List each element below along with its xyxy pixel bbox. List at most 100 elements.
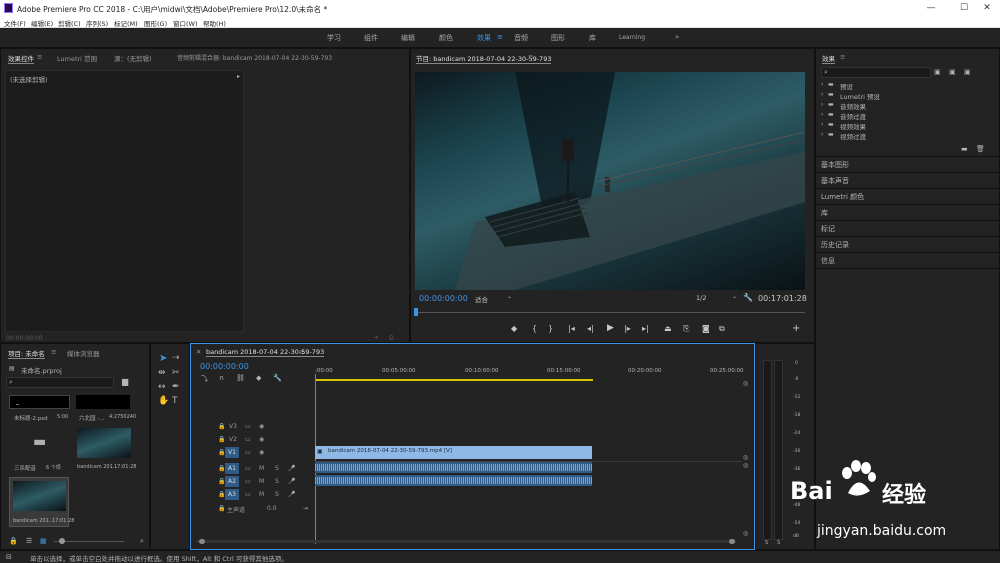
- voiceover-mic-icon[interactable]: 🎤: [288, 491, 295, 498]
- mark-out-icon[interactable]: }: [548, 324, 553, 333]
- essential-graphics-panel[interactable]: 基本图形: [821, 160, 849, 170]
- workspace-color[interactable]: 颜色: [439, 33, 453, 43]
- play-triangle-icon[interactable]: ▸: [237, 73, 240, 80]
- yuv-effects-icon[interactable]: ▣: [964, 68, 971, 76]
- menu-clip[interactable]: 剪辑(C): [58, 18, 81, 28]
- folder-expand-icon[interactable]: ›: [821, 131, 823, 138]
- menu-marker[interactable]: 标记(M): [114, 18, 138, 28]
- track-sync-icon[interactable]: ▭: [245, 491, 251, 498]
- project-bin-item[interactable]: ▬: [11, 428, 69, 460]
- hand-tool-icon[interactable]: ✋: [158, 396, 169, 406]
- project-search-input[interactable]: ⌕: [6, 377, 114, 388]
- program-scrubber[interactable]: [415, 312, 805, 313]
- tab-audio-clip-mixer[interactable]: 音频剪辑混合器: bandicam 2018-07-04 22-30-59-79…: [177, 53, 332, 62]
- solo-button[interactable]: S: [275, 478, 279, 485]
- minimize-button[interactable]: —: [920, 2, 942, 15]
- essential-sound-panel[interactable]: 基本声音: [821, 176, 849, 186]
- workspace-menu-icon[interactable]: ≡: [497, 33, 503, 41]
- settings-wrench-icon[interactable]: 🔧: [743, 293, 753, 302]
- step-forward-icon[interactable]: |▸: [624, 324, 631, 333]
- menu-help[interactable]: 帮助(H): [203, 18, 226, 28]
- tab-effect-controls[interactable]: 效果控件: [8, 53, 34, 64]
- add-button-icon[interactable]: +: [792, 323, 800, 334]
- workspace-assembly[interactable]: 组件: [364, 33, 378, 43]
- 32bit-effects-icon[interactable]: ▣: [949, 68, 956, 76]
- mute-button[interactable]: M: [259, 478, 264, 485]
- master-goto-end-icon[interactable]: ⇥: [303, 505, 308, 512]
- type-tool-icon[interactable]: T: [172, 396, 178, 406]
- track-lock-icon[interactable]: 🔒: [218, 505, 225, 512]
- audio-clip-a1[interactable]: [315, 462, 592, 473]
- panel-menu-icon[interactable]: ≡: [37, 53, 42, 61]
- effects-folder[interactable]: 预设: [840, 81, 853, 91]
- menu-file[interactable]: 文件(F): [4, 18, 26, 28]
- project-menu-icon[interactable]: ≡: [51, 348, 56, 356]
- workspace-libraries[interactable]: 库: [589, 33, 596, 43]
- ripple-edit-tool-icon[interactable]: ⇹: [158, 368, 166, 378]
- play-icon[interactable]: ▶: [607, 323, 614, 333]
- voiceover-mic-icon[interactable]: 🎤: [288, 465, 295, 472]
- slip-tool-icon[interactable]: ↔: [158, 382, 166, 392]
- timeline-settings-wrench-icon[interactable]: 🔧: [273, 374, 282, 382]
- audio-clip-a2[interactable]: [315, 475, 592, 486]
- tab-project[interactable]: 项目: 未命名: [8, 348, 45, 359]
- timeline-close-icon[interactable]: ✕: [196, 348, 201, 356]
- folder-expand-icon[interactable]: ›: [821, 91, 823, 98]
- track-select-tool-icon[interactable]: ⇢: [172, 353, 180, 363]
- icon-view-icon[interactable]: ▦: [40, 537, 47, 545]
- workspace-graphics[interactable]: 图形: [551, 33, 565, 43]
- effects-menu-icon[interactable]: ≡: [840, 53, 845, 61]
- lumetri-color-panel[interactable]: Lumetri 颜色: [821, 192, 864, 202]
- list-view-icon[interactable]: ☰: [26, 537, 32, 545]
- fit-chevron-down-icon[interactable]: ⌄: [507, 293, 512, 300]
- menu-graphics[interactable]: 图形(G): [144, 18, 167, 28]
- folder-expand-icon[interactable]: ›: [821, 81, 823, 88]
- scroll-handle-icon[interactable]: ◎: [743, 462, 748, 469]
- timeline-sequence-tab[interactable]: bandicam 2018-07-04 22-30-59-793: [206, 348, 325, 357]
- project-item-thumb-bandicam[interactable]: [77, 428, 131, 458]
- accelerated-effects-icon[interactable]: ▣: [934, 68, 941, 76]
- maximize-button[interactable]: ☐: [953, 2, 975, 15]
- track-sync-icon[interactable]: ▭: [245, 465, 251, 472]
- track-name-a3[interactable]: A3: [225, 489, 239, 500]
- track-eye-icon[interactable]: ◉: [259, 449, 264, 456]
- effects-folder[interactable]: 视频过渡: [840, 131, 866, 141]
- markers-panel[interactable]: 标记: [821, 224, 835, 234]
- project-item-thumb-psd[interactable]: _: [9, 395, 70, 409]
- add-marker-icon[interactable]: ◆: [256, 374, 261, 382]
- tab-source[interactable]: 源：(无剪辑): [114, 53, 152, 63]
- timeline-horizontal-scrollbar[interactable]: [196, 540, 736, 543]
- tab-media-browser[interactable]: 媒体浏览器: [67, 348, 100, 358]
- program-video-frame[interactable]: [415, 72, 805, 290]
- solo-button[interactable]: S: [275, 465, 279, 472]
- effects-folder[interactable]: 音频效果: [840, 101, 866, 111]
- project-search-icon[interactable]: ⌕: [140, 537, 144, 546]
- track-name-a2[interactable]: A2: [225, 476, 239, 487]
- go-to-in-icon[interactable]: |◂: [568, 324, 575, 333]
- workspace-learning[interactable]: Learning: [619, 34, 645, 41]
- project-item-thumb-audio[interactable]: [76, 395, 130, 409]
- libraries-panel[interactable]: 库: [821, 208, 828, 218]
- menu-sequence[interactable]: 序列(S): [86, 18, 108, 28]
- zoom-slider-handle[interactable]: [59, 538, 65, 544]
- workspace-learn[interactable]: 学习: [327, 33, 341, 43]
- scrollbar-handle-right[interactable]: [729, 539, 735, 544]
- filter-icon[interactable]: ⇥: [373, 334, 378, 341]
- new-custom-bin-icon[interactable]: ▬: [961, 145, 968, 153]
- solo-button[interactable]: S: [275, 491, 279, 498]
- folder-expand-icon[interactable]: ›: [821, 101, 823, 108]
- track-name-v2[interactable]: V2: [229, 436, 237, 443]
- fit-dropdown[interactable]: 适合: [475, 294, 488, 304]
- effects-folder[interactable]: 视频效果: [840, 121, 866, 131]
- track-sync-icon[interactable]: ▭: [245, 423, 251, 430]
- track-eye-icon[interactable]: ◉: [259, 423, 264, 430]
- program-timecode[interactable]: 00:00:00:00: [419, 294, 468, 303]
- video-clip-v1[interactable]: bandicam 2018-07-04 22-30-59-793.mp4 [V]…: [315, 446, 592, 459]
- menu-window[interactable]: 窗口(W): [173, 18, 198, 28]
- tab-lumetri-scopes[interactable]: Lumetri 范围: [57, 53, 97, 63]
- snap-magnet-icon[interactable]: ∩: [219, 374, 224, 382]
- work-area-bar[interactable]: [315, 379, 593, 381]
- pen-tool-icon[interactable]: ✒: [172, 382, 180, 392]
- effects-folder[interactable]: Lumetri 预设: [840, 91, 880, 101]
- program-playhead[interactable]: [414, 308, 418, 316]
